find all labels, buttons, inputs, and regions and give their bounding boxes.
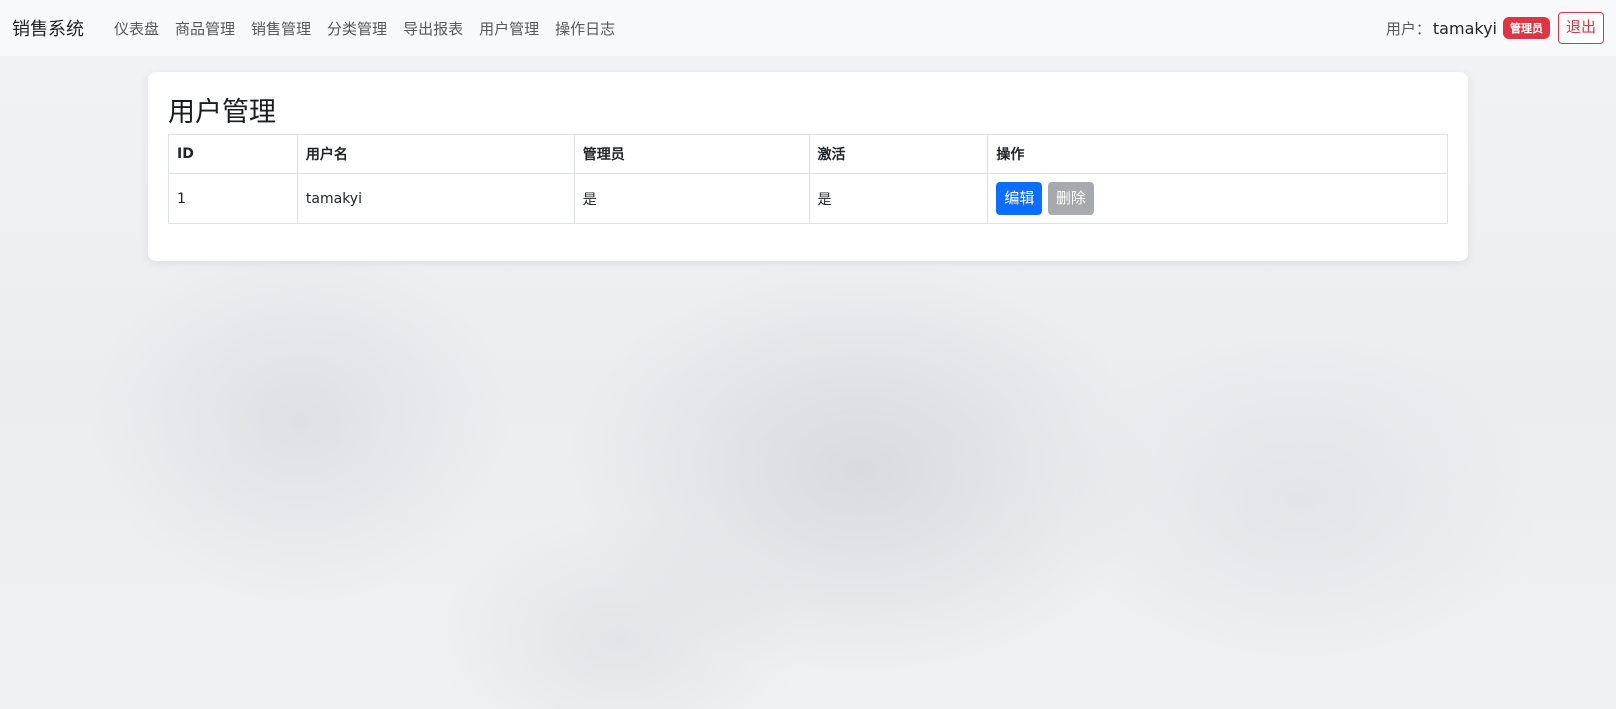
column-header-id: ID [168, 134, 298, 174]
nav-item-users[interactable]: 用户管理 [471, 18, 547, 39]
cell-is-admin: 是 [573, 173, 810, 224]
cell-username: tamakyi [296, 173, 575, 224]
table-header-row: ID 用户名 管理员 激活 操作 [168, 134, 1448, 174]
delete-user-button[interactable]: 删除 [1047, 182, 1094, 215]
nav-item-operation-logs[interactable]: 操作日志 [547, 18, 623, 39]
column-header-username: 用户名 [296, 134, 575, 174]
column-header-active: 激活 [808, 134, 989, 174]
nav-item-dashboard[interactable]: 仪表盘 [106, 18, 167, 39]
admin-role-badge: 管理员 [1502, 17, 1550, 39]
nav-item-categories[interactable]: 分类管理 [319, 18, 395, 39]
column-header-admin: 管理员 [573, 134, 810, 174]
top-navbar: 销售系统 仪表盘 商品管理 销售管理 分类管理 导出报表 用户管理 操作日志 用… [0, 0, 1616, 56]
page-title: 用户管理 [168, 97, 276, 128]
user-label: 用户： [1385, 19, 1431, 38]
table-row: 1 tamakyi 是 是 编辑 删除 [168, 173, 1448, 224]
edit-user-button[interactable]: 编辑 [996, 182, 1043, 215]
cell-id: 1 [168, 173, 298, 224]
logout-button[interactable]: 退出 [1557, 12, 1604, 44]
nav-links: 仪表盘 商品管理 销售管理 分类管理 导出报表 用户管理 操作日志 [106, 18, 623, 39]
nav-item-products[interactable]: 商品管理 [167, 18, 243, 39]
nav-item-export-reports[interactable]: 导出报表 [395, 18, 471, 39]
cell-actions: 编辑 删除 [987, 173, 1448, 224]
column-header-actions: 操作 [987, 134, 1448, 174]
brand-logo-text[interactable]: 销售系统 [12, 15, 84, 41]
user-area: 用户： tamakyi 管理员 退出 [1386, 12, 1604, 44]
users-table: ID 用户名 管理员 激活 操作 1 tamakyi 是 是 编辑 删除 [168, 134, 1448, 224]
nav-item-sales[interactable]: 销售管理 [243, 18, 319, 39]
current-username: tamakyi [1432, 18, 1497, 38]
cell-is-active: 是 [808, 173, 989, 224]
user-management-card: 用户管理 ID 用户名 管理员 激活 操作 1 tamakyi 是 是 编辑 删… [148, 72, 1468, 261]
